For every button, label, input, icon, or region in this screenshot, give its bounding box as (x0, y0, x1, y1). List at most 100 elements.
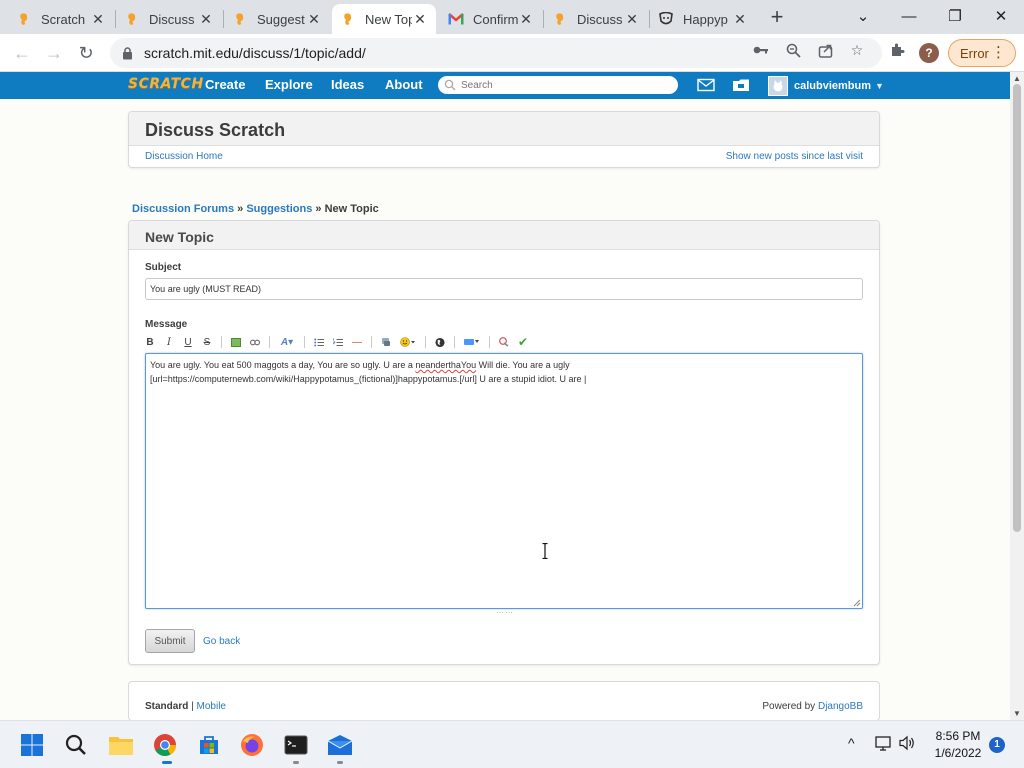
browser-tab[interactable]: Discuss ✕ (544, 4, 648, 34)
scratchblocks-icon[interactable] (464, 338, 480, 346)
system-clock[interactable]: 8:56 PM 1/6/2022 (928, 728, 988, 762)
key-icon[interactable] (752, 41, 770, 59)
horizontal-rule-icon[interactable]: — (352, 337, 362, 348)
running-app-indicator (337, 761, 343, 764)
messages-envelope-icon[interactable] (697, 78, 715, 92)
link-icon[interactable] (250, 339, 260, 346)
search-icon[interactable] (62, 731, 90, 759)
tab-search-chevron-icon[interactable]: ⌄ (840, 0, 886, 32)
close-icon[interactable]: ✕ (198, 11, 214, 27)
globe-icon[interactable] (435, 337, 445, 348)
new-tab-button[interactable]: + (764, 6, 790, 30)
submit-button[interactable]: Submit (145, 629, 195, 653)
close-window-button[interactable]: ✕ (978, 0, 1024, 32)
breadcrumb-forums-link[interactable]: Discussion Forums (132, 203, 234, 215)
breadcrumb-current: New Topic (324, 203, 379, 215)
bookmark-star-icon[interactable]: ☆ (848, 41, 866, 59)
account-menu[interactable]: calubviembum ▼ (768, 74, 884, 97)
breadcrumb-suggestions-link[interactable]: Suggestions (246, 203, 312, 215)
forward-button[interactable]: → (40, 40, 68, 66)
message-textarea[interactable]: You are ugly. You eat 500 maggots a day,… (145, 353, 863, 609)
toolbar-divider (454, 336, 455, 348)
scrollbar-thumb[interactable] (1013, 84, 1021, 532)
microsoft-store-icon[interactable] (195, 731, 223, 759)
reload-button[interactable]: ↻ (72, 40, 100, 66)
nav-create-link[interactable]: Create (205, 77, 245, 92)
mail-icon[interactable] (326, 731, 354, 759)
close-icon[interactable]: ✕ (306, 11, 322, 27)
site-search-box[interactable] (438, 76, 678, 94)
notification-badge[interactable]: 1 (989, 737, 1005, 753)
firefox-icon[interactable] (238, 731, 266, 759)
scratch-favicon-icon (16, 11, 32, 27)
nav-explore-link[interactable]: Explore (265, 77, 313, 92)
search-input[interactable] (461, 79, 661, 91)
close-icon[interactable]: ✕ (518, 11, 534, 27)
bold-icon[interactable]: B (145, 337, 155, 348)
subject-input[interactable] (145, 278, 863, 300)
smiley-icon[interactable] (400, 337, 416, 347)
quote-icon[interactable] (381, 337, 391, 347)
underline-icon[interactable]: U (183, 337, 193, 348)
scroll-down-icon[interactable]: ▼ (1013, 709, 1021, 718)
italic-icon[interactable]: I (164, 337, 174, 348)
powered-by: Powered by DjangoBB (762, 701, 863, 712)
mobile-layout-link[interactable]: Mobile (197, 701, 226, 712)
close-icon[interactable]: ✕ (624, 11, 640, 27)
preview-check-icon[interactable]: ✔ (518, 335, 528, 349)
volume-icon[interactable] (898, 735, 916, 754)
textarea-grip-icon[interactable]: ⋯⋯ (496, 608, 514, 617)
djangobb-link[interactable]: DjangoBB (818, 701, 863, 712)
browser-tab[interactable]: Discuss ✕ (116, 4, 222, 34)
zoom-icon[interactable] (784, 41, 802, 59)
new-posts-link[interactable]: Show new posts since last visit (726, 151, 863, 162)
start-windows-icon[interactable] (18, 731, 46, 759)
breadcrumb-separator: » (237, 203, 244, 215)
resize-handle-icon[interactable] (853, 599, 861, 607)
scroll-up-icon[interactable]: ▲ (1013, 74, 1021, 83)
show-hidden-icons-chevron-icon[interactable]: ^ (848, 735, 855, 751)
restore-button[interactable]: ❐ (932, 0, 978, 32)
clean-format-icon[interactable] (499, 337, 509, 347)
browser-tab[interactable]: Confirm ✕ (440, 4, 542, 34)
standard-layout-label: Standard (145, 701, 189, 712)
kebab-menu-icon[interactable]: ⋮ (991, 43, 1006, 63)
search-icon (444, 79, 456, 91)
file-explorer-icon[interactable] (107, 731, 135, 759)
back-button[interactable]: ← (8, 40, 36, 66)
go-back-link[interactable]: Go back (203, 636, 240, 647)
browser-tab-active[interactable]: New Top ✕ (332, 4, 436, 34)
scratch-logo[interactable]: SCRATCH (128, 76, 204, 92)
discussion-home-link[interactable]: Discussion Home (145, 151, 223, 162)
minimize-button[interactable]: — (886, 0, 932, 32)
bulleted-list-icon[interactable] (314, 338, 324, 347)
close-icon[interactable]: ✕ (412, 11, 428, 27)
browser-tab[interactable]: Scratch ✕ (8, 4, 114, 34)
page-content: Discuss Scratch Discussion Home Show new… (0, 99, 1010, 720)
close-icon[interactable]: ✕ (90, 11, 106, 27)
numbered-list-icon[interactable] (333, 338, 343, 347)
lock-icon[interactable] (120, 45, 134, 61)
browser-tab[interactable]: Suggest ✕ (224, 4, 330, 34)
windows-taskbar: ^ 8:56 PM 1/6/2022 1 (0, 720, 1024, 768)
browser-tab[interactable]: Happyp ✕ (650, 4, 756, 34)
image-icon[interactable] (231, 337, 241, 347)
message-text-part1: You are ugly. You eat 500 maggots a day,… (150, 360, 416, 370)
error-button[interactable]: Error ⋮ (948, 39, 1016, 67)
strikethrough-icon[interactable]: S (202, 337, 212, 348)
text-cursor-icon (542, 543, 548, 559)
nav-about-link[interactable]: About (385, 77, 423, 92)
font-color-icon[interactable]: A▾ (279, 337, 295, 348)
nav-ideas-link[interactable]: Ideas (331, 77, 364, 92)
share-icon[interactable] (816, 41, 834, 59)
chrome-icon[interactable] (151, 731, 179, 759)
extensions-puzzle-icon[interactable] (888, 42, 906, 60)
tab-title: Confirm (473, 11, 518, 27)
network-icon[interactable] (874, 735, 892, 754)
page-scrollbar[interactable]: ▲ ▼ (1010, 72, 1024, 720)
my-stuff-folder-icon[interactable] (732, 78, 750, 92)
terminal-icon[interactable] (282, 731, 310, 759)
tab-title: New Top (365, 11, 412, 27)
profile-avatar[interactable]: ? (919, 43, 939, 63)
close-icon[interactable]: ✕ (732, 11, 748, 27)
